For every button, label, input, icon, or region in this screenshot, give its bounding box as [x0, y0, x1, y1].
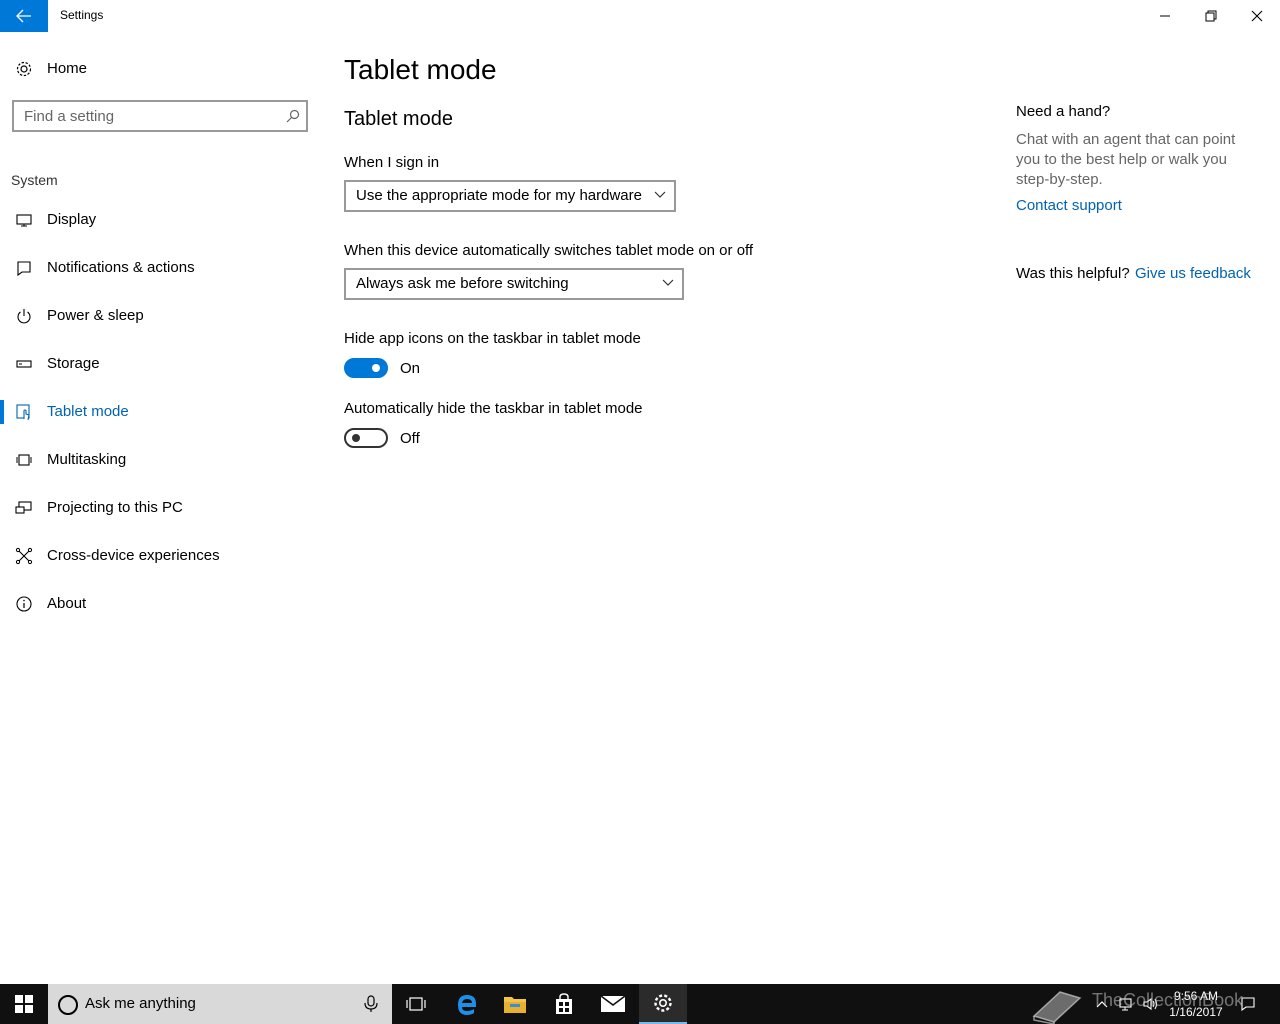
- notifications-icon: [17, 261, 31, 277]
- helpful-question: Was this helpful?: [1016, 265, 1130, 282]
- sidebar-item-label: Cross-device experiences: [47, 547, 220, 564]
- hide-icons-state: On: [400, 360, 421, 377]
- sidebar-item-storage[interactable]: Storage: [0, 344, 320, 384]
- hide-taskbar-toggle[interactable]: [344, 428, 388, 448]
- home-nav-item[interactable]: Home: [0, 52, 320, 86]
- cross-device-icon: [15, 547, 33, 565]
- hide-taskbar-state: Off: [400, 430, 420, 447]
- taskbar-app-edge[interactable]: [443, 984, 491, 1024]
- storage-icon: [16, 360, 32, 368]
- sidebar-item-display[interactable]: Display: [0, 200, 320, 240]
- sidebar-item-label: Power & sleep: [47, 307, 144, 324]
- sidebar-item-label: Notifications & actions: [47, 259, 195, 276]
- sign-in-label: When I sign in: [344, 154, 440, 171]
- tablet-mode-icon: [16, 404, 30, 421]
- sidebar-item-label: Tablet mode: [47, 403, 129, 420]
- folder-icon: [504, 997, 526, 1013]
- sign-in-dropdown[interactable]: Use the appropriate mode for my hardware: [344, 180, 676, 212]
- taskbar-app-store[interactable]: [540, 984, 588, 1024]
- sidebar-item-notifications[interactable]: Notifications & actions: [0, 248, 320, 288]
- cortana-search-text: Ask me anything: [85, 995, 196, 1012]
- sidebar-item-label: Multitasking: [47, 451, 127, 468]
- sidebar-item-projecting[interactable]: Projecting to this PC: [0, 488, 320, 528]
- sidebar-item-cross-device[interactable]: Cross-device experiences: [0, 536, 320, 576]
- mail-icon: [600, 995, 626, 1012]
- sidebar-item-about[interactable]: About: [0, 584, 320, 624]
- help-title: Need a hand?: [1016, 103, 1111, 120]
- watermark: TheCollectionBook: [1030, 986, 1280, 1024]
- task-view-icon: [406, 997, 426, 1011]
- sidebar-item-label: Projecting to this PC: [47, 499, 183, 516]
- store-icon: [556, 993, 572, 1014]
- app-title: Settings: [60, 8, 104, 22]
- projecting-icon: [15, 501, 32, 514]
- home-label: Home: [47, 60, 88, 77]
- minimize-icon: [1160, 15, 1170, 17]
- taskbar-app-settings[interactable]: [639, 984, 687, 1024]
- power-icon: [17, 309, 31, 324]
- hide-taskbar-label: Automatically hide the taskbar in tablet…: [344, 400, 643, 417]
- display-icon: [16, 214, 32, 227]
- back-button[interactable]: [0, 0, 48, 32]
- restore-icon: [1205, 10, 1217, 22]
- hide-icons-toggle[interactable]: [344, 358, 388, 378]
- sidebar-item-label: Display: [47, 211, 97, 228]
- search-input[interactable]: [14, 102, 284, 130]
- active-indicator: [0, 400, 4, 424]
- back-arrow-icon: [16, 9, 31, 23]
- settings-search[interactable]: [12, 100, 308, 132]
- toggle-knob: [372, 364, 380, 372]
- close-button[interactable]: [1234, 0, 1280, 32]
- give-feedback-link[interactable]: Give us feedback: [1135, 265, 1251, 282]
- section-title: Tablet mode: [344, 108, 453, 130]
- toggle-knob: [352, 434, 360, 442]
- sidebar-item-label: Storage: [47, 355, 100, 372]
- sidebar-item-tablet-mode[interactable]: Tablet mode: [0, 392, 320, 432]
- minimize-button[interactable]: [1142, 0, 1188, 32]
- page-title: Tablet mode: [344, 54, 497, 85]
- windows-logo-icon: [15, 995, 33, 1013]
- cortana-search-box[interactable]: Ask me anything: [48, 984, 392, 1024]
- sidebar-item-label: About: [47, 595, 87, 612]
- contact-support-link[interactable]: Contact support: [1016, 197, 1122, 214]
- close-icon: [1251, 10, 1263, 22]
- multitasking-icon: [16, 454, 32, 466]
- auto-switch-label: When this device automatically switches …: [344, 242, 754, 259]
- microphone-icon[interactable]: [364, 995, 378, 1013]
- auto-switch-dropdown-value: Always ask me before switching: [356, 275, 569, 292]
- task-view-button[interactable]: [392, 984, 440, 1024]
- chevron-down-icon: [654, 191, 666, 198]
- auto-switch-dropdown[interactable]: Always ask me before switching: [344, 268, 684, 300]
- gear-icon: [16, 61, 32, 77]
- title-bar: Settings: [0, 0, 1280, 32]
- sign-in-dropdown-value: Use the appropriate mode for my hardware: [356, 187, 642, 204]
- sidebar-item-power-sleep[interactable]: Power & sleep: [0, 296, 320, 336]
- settings-gear-icon: [654, 994, 672, 1012]
- help-text: Chat with an agent that can point you to…: [1016, 131, 1236, 188]
- taskbar-app-mail[interactable]: [589, 984, 637, 1024]
- chevron-down-icon: [662, 279, 674, 286]
- section-label-system: System: [11, 172, 58, 188]
- cortana-icon: [58, 995, 78, 1015]
- book-logo-icon: [1032, 991, 1082, 1024]
- search-icon[interactable]: [286, 109, 300, 123]
- watermark-text: TheCollectionBook: [1092, 990, 1244, 1010]
- sidebar-item-multitasking[interactable]: Multitasking: [0, 440, 320, 480]
- start-button[interactable]: [0, 984, 48, 1024]
- hide-icons-label: Hide app icons on the taskbar in tablet …: [344, 330, 641, 347]
- taskbar-app-file-explorer[interactable]: [491, 984, 539, 1024]
- edge-icon: [458, 995, 476, 1015]
- restore-button[interactable]: [1188, 0, 1234, 32]
- info-icon: [16, 596, 32, 612]
